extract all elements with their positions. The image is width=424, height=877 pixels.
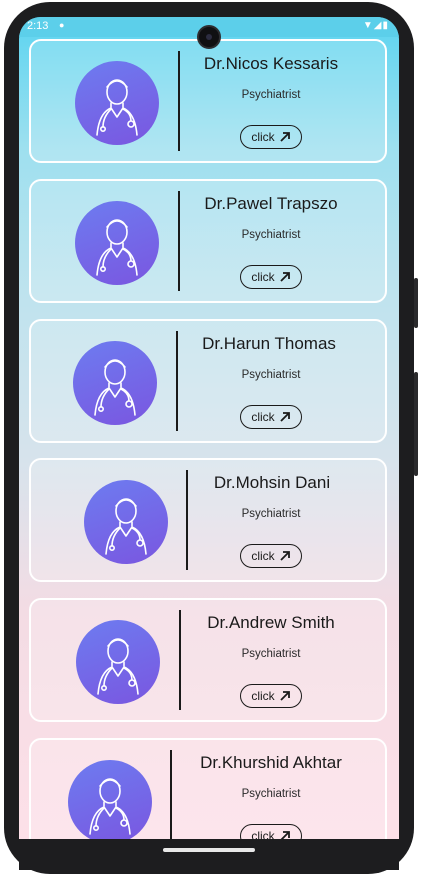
doctor-name: Dr.Harun Thomas <box>202 334 336 353</box>
doctor-specialty: Psychiatrist <box>241 89 301 101</box>
click-button-label: click <box>251 270 275 284</box>
click-button[interactable]: click <box>240 265 302 289</box>
doctor-card[interactable]: Dr.Harun Thomas Psychiatrist click <box>29 319 387 443</box>
card-divider <box>178 51 180 151</box>
doctor-avatar-icon <box>73 341 157 425</box>
home-indicator[interactable] <box>163 848 255 852</box>
click-button-label: click <box>251 130 275 144</box>
arrow-up-right-icon <box>279 830 291 839</box>
doctor-card[interactable]: Dr.Mohsin Dani Psychiatrist click <box>29 458 387 582</box>
volume-button <box>414 278 418 328</box>
doctor-specialty: Psychiatrist <box>241 648 301 660</box>
doctor-name: Dr.Andrew Smith <box>207 613 335 632</box>
doctor-avatar-icon <box>75 61 159 145</box>
click-button[interactable]: click <box>240 824 302 839</box>
doctor-avatar-icon <box>76 620 160 704</box>
status-time: 2:13 <box>27 20 49 32</box>
app-screen: 2:13 ● ▼◢▮ Dr.Nicos Kessaris Psychiatris… <box>19 17 399 839</box>
doctor-avatar-icon <box>68 760 152 839</box>
navigation-bar <box>19 839 399 870</box>
click-button[interactable]: click <box>240 544 302 568</box>
card-divider <box>176 331 178 431</box>
doctor-specialty: Psychiatrist <box>241 229 301 241</box>
doctor-specialty: Psychiatrist <box>241 788 301 800</box>
click-button-label: click <box>251 410 275 424</box>
doctor-name: Dr.Nicos Kessaris <box>203 54 339 73</box>
doctor-card[interactable]: Dr.Nicos Kessaris Psychiatrist click <box>29 39 387 163</box>
download-dot-icon: ● <box>59 20 65 30</box>
click-button[interactable]: click <box>240 125 302 149</box>
doctor-card[interactable]: Dr.Andrew Smith Psychiatrist click <box>29 598 387 722</box>
click-button-label: click <box>251 829 275 839</box>
arrow-up-right-icon <box>279 690 291 702</box>
arrow-up-right-icon <box>279 131 291 143</box>
click-button-label: click <box>251 549 275 563</box>
doctor-specialty: Psychiatrist <box>241 369 301 381</box>
doctor-avatar-icon <box>75 201 159 285</box>
click-button-label: click <box>251 689 275 703</box>
click-button[interactable]: click <box>240 405 302 429</box>
doctor-card[interactable]: Dr.Pawel Trapszo Psychiatrist click <box>29 179 387 303</box>
arrow-up-right-icon <box>279 411 291 423</box>
doctor-name: Dr.Pawel Trapszo <box>204 194 338 213</box>
card-divider <box>178 191 180 291</box>
doctor-name: Dr.Khurshid Akhtar <box>200 753 342 772</box>
doctor-name: Dr.Mohsin Dani <box>213 473 331 492</box>
doctor-avatar-icon <box>84 480 168 564</box>
card-divider <box>170 750 172 839</box>
doctor-card[interactable]: Dr.Khurshid Akhtar Psychiatrist click <box>29 738 387 839</box>
doctor-specialty: Psychiatrist <box>241 508 301 520</box>
click-button[interactable]: click <box>240 684 302 708</box>
arrow-up-right-icon <box>279 271 291 283</box>
arrow-up-right-icon <box>279 550 291 562</box>
front-camera <box>197 25 221 49</box>
power-button <box>414 372 418 476</box>
signal-battery-icons: ▼◢▮ <box>362 20 389 31</box>
